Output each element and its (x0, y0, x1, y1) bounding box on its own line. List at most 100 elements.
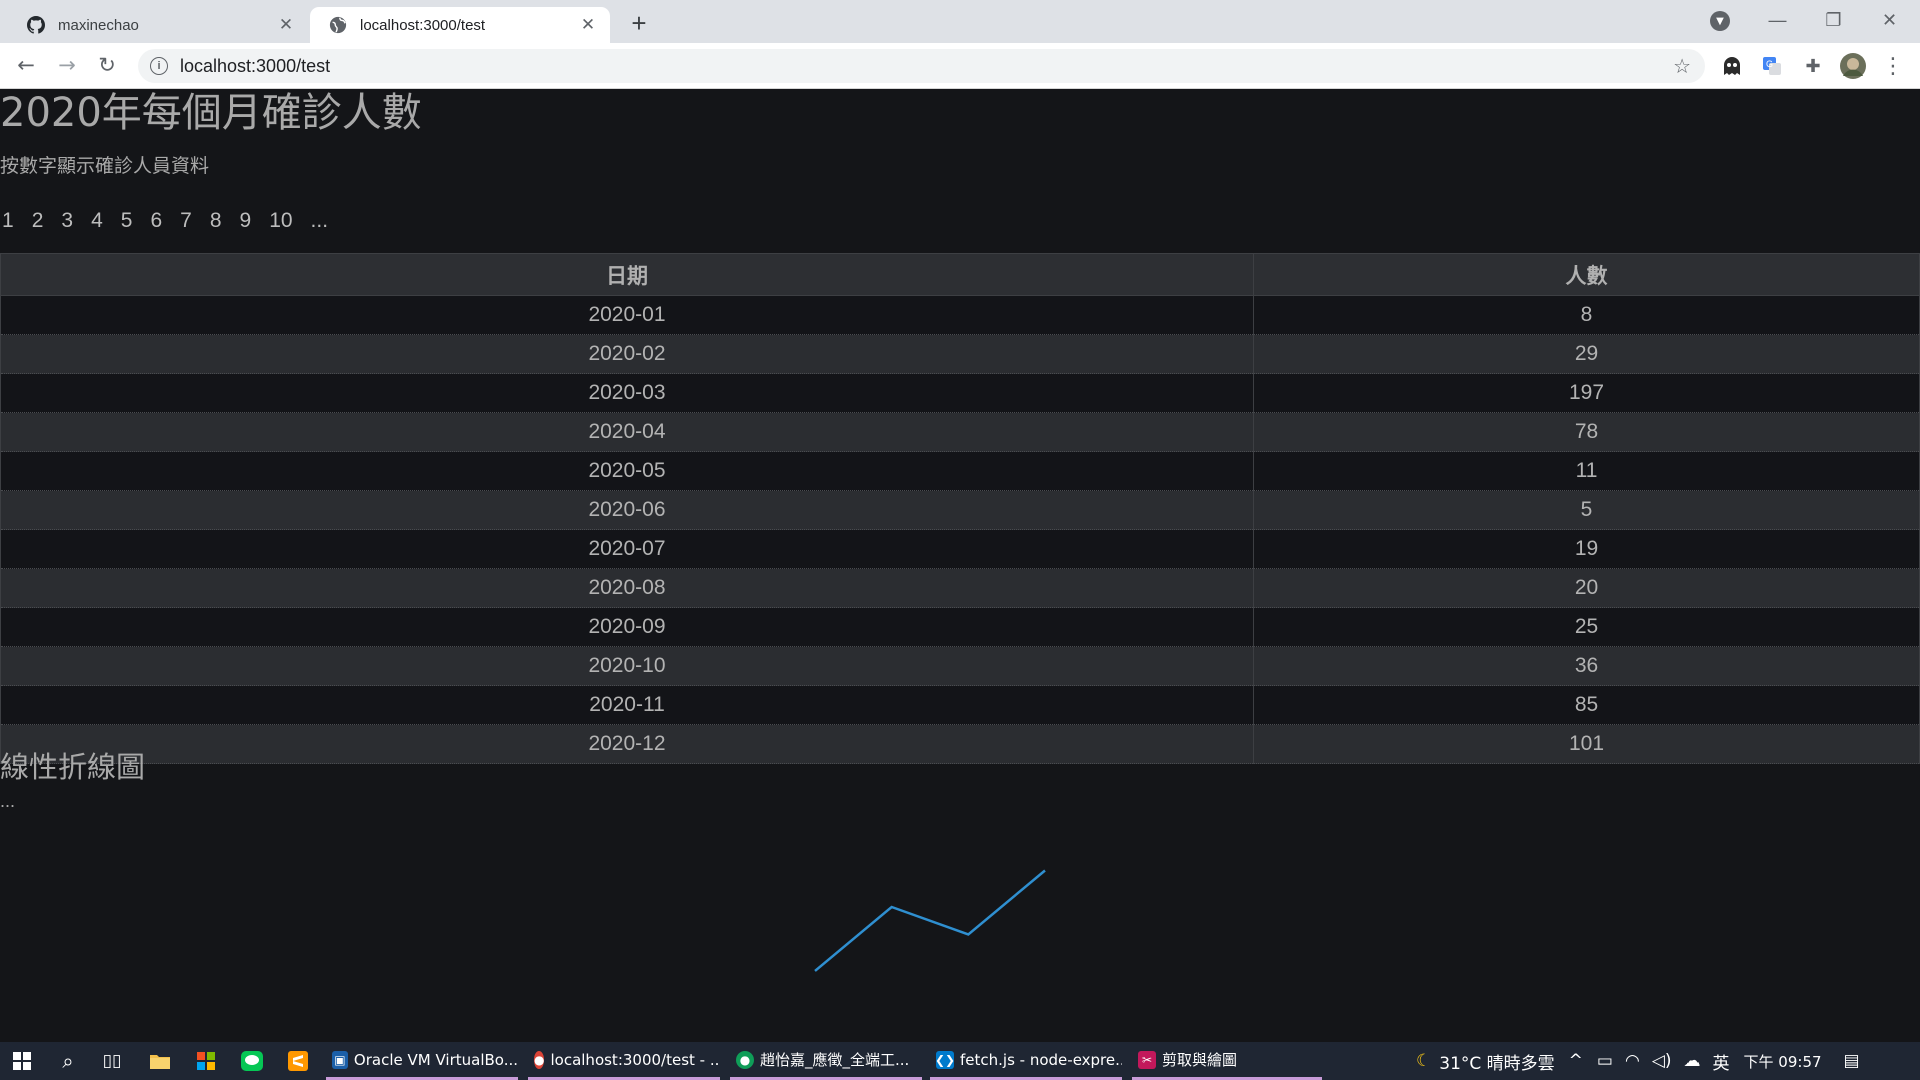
ime-indicator[interactable]: 英 (1713, 1049, 1730, 1074)
bookmark-star-icon[interactable]: ☆ (1673, 54, 1691, 78)
cell-count: 78 (1253, 412, 1920, 452)
clock[interactable]: 下午 09:57 (1744, 1051, 1822, 1072)
table-row: 2020-05 11 (0, 451, 1920, 491)
task-view-icon[interactable]: ▯▯ (96, 1045, 128, 1077)
page-link[interactable]: 10 (269, 209, 292, 233)
search-icon[interactable]: ⌕ (52, 1045, 84, 1077)
cell-count: 19 (1253, 529, 1920, 569)
restore-button[interactable]: ❐ (1806, 4, 1861, 36)
file-explorer-icon[interactable] (144, 1045, 176, 1077)
table-row: 2020-06 5 (0, 490, 1920, 530)
tab-localhost[interactable]: localhost:3000/test ✕ (310, 7, 610, 43)
page-link[interactable]: 9 (240, 209, 252, 233)
onedrive-cloud-icon[interactable]: ☁ (1684, 1051, 1701, 1071)
tab-strip: maxinechao ✕ localhost:3000/test ✕ + ▼ —… (0, 0, 1920, 43)
close-icon[interactable]: ✕ (276, 15, 296, 35)
cell-date: 2020-11 (0, 685, 1254, 725)
taskbar-app-snip-sketch[interactable]: ✂ 剪取與繪圖 (1132, 1042, 1322, 1080)
reload-icon[interactable]: ↻ (91, 49, 123, 81)
tab-github[interactable]: maxinechao ✕ (8, 7, 308, 43)
minimize-button[interactable]: — (1750, 4, 1805, 36)
store-icon[interactable] (190, 1045, 222, 1077)
sublime-text-icon[interactable] (282, 1045, 314, 1077)
new-tab-button[interactable]: + (624, 8, 654, 38)
weather-text[interactable]: 31°C 晴時多雲 (1439, 1049, 1554, 1074)
taskbar-app-label: Oracle VM VirtualBo... (353, 1050, 518, 1069)
chart-heading: 線性折線圖 (0, 750, 146, 784)
page-title: 2020年每個月確診人數 (0, 90, 422, 136)
svg-text:G: G (1766, 59, 1773, 69)
chrome-icon: ● (736, 1050, 754, 1069)
table-row: 2020-09 25 (0, 607, 1920, 647)
column-header-date: 日期 (0, 253, 1254, 296)
chevron-up-icon[interactable]: ^ (1569, 1051, 1583, 1071)
table-row: 2020-07 19 (0, 529, 1920, 569)
volume-icon[interactable]: ◁) (1652, 1051, 1672, 1071)
cases-table: 日期 人數 2020-01 8 2020-02 29 2020-03 197 2020… (0, 253, 1920, 764)
taskbar-app-virtualbox[interactable]: ▣ Oracle VM VirtualBo... (326, 1042, 518, 1080)
translate-icon[interactable]: G (1759, 53, 1785, 79)
chrome-icon: ● (534, 1050, 545, 1069)
page-link[interactable]: 5 (121, 209, 133, 233)
cell-date: 2020-12 (0, 724, 1254, 764)
page-link[interactable]: 1 (2, 209, 14, 233)
page-link[interactable]: 6 (150, 209, 162, 233)
cell-date: 2020-09 (0, 607, 1254, 647)
cell-count: 85 (1253, 685, 1920, 725)
page-ellipsis[interactable]: ... (311, 209, 329, 233)
cell-date: 2020-07 (0, 529, 1254, 569)
notification-icon[interactable]: ▤ (1844, 1051, 1860, 1071)
forward-icon[interactable]: → (51, 49, 83, 81)
page-link[interactable]: 8 (210, 209, 222, 233)
battery-icon[interactable]: ▭ (1597, 1051, 1613, 1071)
page-subtitle: 按數字顯示確診人員資料 (0, 155, 210, 177)
table-row: 2020-01 8 (0, 295, 1920, 335)
cell-date: 2020-06 (0, 490, 1254, 530)
back-icon[interactable]: ← (10, 49, 42, 81)
extension-ghost-icon[interactable] (1719, 53, 1745, 79)
line-app-icon[interactable] (236, 1045, 268, 1077)
table-row: 2020-02 29 (0, 334, 1920, 374)
table-row: 2020-03 197 (0, 373, 1920, 413)
table-row: 2020-08 20 (0, 568, 1920, 608)
virtualbox-icon: ▣ (332, 1050, 348, 1069)
taskbar: ⌕ ▯▯ ▣ Oracle VM VirtualBo... ● localhos… (0, 1042, 1920, 1080)
snip-sketch-icon: ✂ (1138, 1050, 1156, 1069)
address-url[interactable]: localhost:3000/test (180, 56, 1673, 77)
site-info-icon[interactable]: i (150, 57, 168, 75)
table-row: 2020-12 101 (0, 724, 1920, 764)
page-link[interactable]: 7 (180, 209, 192, 233)
cell-count: 5 (1253, 490, 1920, 530)
wifi-icon[interactable]: ◠ (1625, 1051, 1640, 1071)
chart-note: ... (0, 791, 16, 811)
cell-date: 2020-04 (0, 412, 1254, 452)
close-window-button[interactable]: ✕ (1862, 4, 1917, 36)
table-row: 2020-04 78 (0, 412, 1920, 452)
extensions-puzzle-icon[interactable]: ✚ (1800, 53, 1826, 79)
series-line (814, 869, 1046, 972)
address-bar[interactable]: i localhost:3000/test ☆ (138, 49, 1705, 83)
cell-count: 20 (1253, 568, 1920, 608)
cell-date: 2020-01 (0, 295, 1254, 335)
tab-search-icon[interactable]: ▼ (1710, 11, 1730, 31)
cell-date: 2020-10 (0, 646, 1254, 686)
page-link[interactable]: 3 (61, 209, 73, 233)
page-link[interactable]: 4 (91, 209, 103, 233)
taskbar-app-label: 趙怡嘉_應徵_全端工... (760, 1051, 910, 1069)
system-tray: ☾ 31°C 晴時多雲 ^ ▭ ◠ ◁) ☁ 英 下午 09:57 ▤ (1416, 1042, 1860, 1080)
avatar[interactable] (1840, 53, 1866, 79)
table-header-row: 日期 人數 (0, 253, 1920, 296)
page-link[interactable]: 2 (32, 209, 44, 233)
tab-title: maxinechao (58, 16, 139, 34)
taskbar-app-vscode[interactable]: ❮❯ fetch.js - node-expre... (930, 1042, 1122, 1080)
close-icon[interactable]: ✕ (578, 15, 598, 35)
table-row: 2020-10 36 (0, 646, 1920, 686)
cell-count: 101 (1253, 724, 1920, 764)
menu-kebab-icon[interactable]: ⋮ (1880, 53, 1906, 79)
taskbar-app-chrome[interactable]: ● localhost:3000/test - ... (528, 1042, 720, 1080)
cell-count: 11 (1253, 451, 1920, 491)
moon-weather-icon[interactable]: ☾ (1416, 1051, 1431, 1071)
github-icon (26, 15, 46, 35)
taskbar-app-chrome[interactable]: ● 趙怡嘉_應徵_全端工... (730, 1042, 922, 1080)
windows-start-icon[interactable] (6, 1045, 38, 1077)
